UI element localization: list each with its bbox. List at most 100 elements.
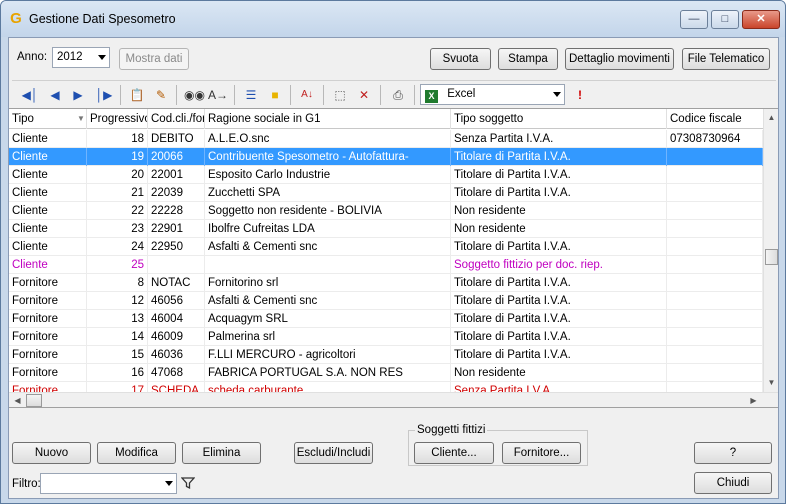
next-record-icon[interactable]: ▶ — [68, 86, 88, 104]
file-telematico-button[interactable]: File Telematico — [682, 48, 770, 70]
cell-progressivo: 15 — [87, 346, 148, 364]
cell-tipo: Fornitore — [9, 346, 87, 364]
cell-progressivo: 8 — [87, 274, 148, 292]
edit-document-icon[interactable]: ✎ — [151, 86, 171, 104]
list-view-icon[interactable]: ☰ — [241, 86, 261, 104]
horizontal-scrollbar[interactable]: ◀ ▶ — [9, 392, 778, 407]
cell-progressivo: 19 — [87, 148, 148, 166]
table-row[interactable]: Cliente 22 22228 Soggetto non residente - B… — [9, 202, 763, 220]
scroll-right-icon[interactable]: ▶ — [746, 393, 761, 407]
vertical-scrollbar[interactable]: ▲ ▼ — [763, 109, 778, 392]
chiudi-button[interactable]: Chiudi — [694, 472, 772, 494]
table-row[interactable]: Cliente 20 22001 Esposito Carlo Industrie Ti… — [9, 166, 763, 184]
title-bar: G Gestione Dati Spesometro — □ ✕ — [1, 1, 785, 37]
anno-select[interactable]: 2012 — [52, 47, 110, 68]
funnel-icon[interactable] — [181, 476, 195, 490]
clear-selection-icon[interactable]: ✕ — [354, 86, 374, 104]
cell-tipo: Fornitore — [9, 328, 87, 346]
cell-cod-cli-for: 22228 — [148, 202, 205, 220]
find-icon[interactable]: ◉◉ — [184, 86, 205, 104]
filtro-select[interactable] — [40, 473, 177, 494]
elimina-button[interactable]: Elimina — [182, 442, 261, 464]
cliente-fittizio-button[interactable]: Cliente... — [414, 442, 494, 464]
cell-cod-cli-for: 22039 — [148, 184, 205, 202]
cell-codice-fiscale — [667, 274, 763, 292]
column-header-cod-cli-for[interactable]: Cod.cli./for. — [148, 109, 205, 129]
cell-tipo: Cliente — [9, 256, 87, 274]
cell-tipo: Cliente — [9, 130, 87, 148]
table-row[interactable]: Fornitore 15 46036 F.LLI MERCURO - agricolt… — [9, 346, 763, 364]
note-icon[interactable]: ■ — [265, 86, 285, 104]
soggetti-fittizi-title: Soggetti fittizi — [415, 424, 488, 436]
table-row[interactable]: Cliente 18 DEBITO A.L.E.O.snc Senza Partita … — [9, 130, 763, 148]
cell-ragione-sociale: Asfalti & Cementi snc — [205, 238, 451, 256]
cell-tipo-soggetto: Titolare di Partita I.V.A. — [451, 328, 667, 346]
svuota-button[interactable]: Svuota — [430, 48, 491, 70]
sort-az-icon[interactable]: A↓ — [297, 86, 317, 104]
scroll-up-icon[interactable]: ▲ — [764, 110, 778, 125]
modifica-button[interactable]: Modifica — [97, 442, 176, 464]
cell-cod-cli-for: 22901 — [148, 220, 205, 238]
table-row[interactable]: Fornitore 12 46056 Asfalti & Cementi snc Tit… — [9, 292, 763, 310]
export-format-select[interactable]: X Excel — [420, 84, 565, 105]
cell-ragione-sociale: FABRICA PORTUGAL S.A. NON RES — [205, 364, 451, 382]
anno-value: 2012 — [57, 51, 83, 63]
previous-record-icon[interactable]: ◀ — [45, 86, 65, 104]
column-header-tipo-soggetto[interactable]: Tipo soggetto — [451, 109, 667, 129]
printer-icon[interactable]: ⎙ — [388, 86, 408, 104]
table-row[interactable]: Cliente 21 22039 Zucchetti SPA Titolare di P… — [9, 184, 763, 202]
stampa-button[interactable]: Stampa — [498, 48, 558, 70]
help-button[interactable]: ? — [694, 442, 772, 464]
cell-codice-fiscale — [667, 364, 763, 382]
vertical-scroll-thumb[interactable] — [765, 249, 778, 265]
minimize-button[interactable]: — — [680, 10, 708, 29]
close-window-button[interactable]: ✕ — [742, 10, 780, 29]
cell-ragione-sociale: Contribuente Spesometro - Autofattura- — [205, 148, 451, 166]
table-row[interactable]: Fornitore 16 47068 FABRICA PORTUGAL S.A. NO… — [9, 364, 763, 382]
fornitore-fittizio-button[interactable]: Fornitore... — [502, 442, 581, 464]
scroll-down-icon[interactable]: ▼ — [764, 375, 778, 390]
toolbar-separator — [414, 85, 415, 105]
cell-codice-fiscale — [667, 148, 763, 166]
column-header-tipo[interactable]: Tipo ▼ — [9, 109, 87, 129]
column-header-progressivo[interactable]: Progressivo — [87, 109, 148, 129]
escludi-includi-button[interactable]: Escludi/Includi — [294, 442, 373, 464]
cell-progressivo: 18 — [87, 130, 148, 148]
cell-ragione-sociale: A.L.E.O.snc — [205, 130, 451, 148]
last-record-icon[interactable]: │▶ — [94, 86, 114, 104]
nuovo-button[interactable]: Nuovo — [12, 442, 91, 464]
table-row[interactable]: Fornitore 14 46009 Palmerina srl Titolare di… — [9, 328, 763, 346]
first-record-icon[interactable]: ◀│ — [20, 86, 40, 104]
maximize-button[interactable]: □ — [711, 10, 739, 29]
cell-cod-cli-for: 20066 — [148, 148, 205, 166]
cell-codice-fiscale — [667, 292, 763, 310]
cell-tipo: Cliente — [9, 148, 87, 166]
cell-cod-cli-for: 46056 — [148, 292, 205, 310]
table-row[interactable]: Cliente 24 22950 Asfalti & Cementi snc Titol… — [9, 238, 763, 256]
cell-ragione-sociale: Soggetto non residente - BOLIVIA — [205, 202, 451, 220]
cell-codice-fiscale — [667, 256, 763, 274]
export-alert-icon[interactable]: ! — [570, 86, 590, 104]
cell-cod-cli-for: 46036 — [148, 346, 205, 364]
table-row[interactable]: Cliente 19 20066 Contribuente Spesometro - … — [9, 148, 763, 166]
cell-ragione-sociale — [205, 256, 451, 274]
grid-header: Tipo ▼ Progressivo Cod.cli./for. Ragione… — [9, 109, 763, 129]
cell-ragione-sociale: Asfalti & Cementi snc — [205, 292, 451, 310]
table-row[interactable]: Cliente 25 Soggetto fittizio per doc. riep… — [9, 256, 763, 274]
toolbar-separator — [290, 85, 291, 105]
clipboard-icon[interactable]: 📋 — [127, 86, 147, 104]
find-next-icon[interactable]: A→ — [208, 86, 228, 104]
column-header-ragione-sociale[interactable]: Ragione sociale in G1 — [205, 109, 451, 129]
cell-tipo-soggetto: Senza Partita I.V.A. — [451, 130, 667, 148]
table-row[interactable]: Fornitore 13 46004 Acquagym SRL Titolare di … — [9, 310, 763, 328]
cell-tipo: Cliente — [9, 238, 87, 256]
cell-codice-fiscale — [667, 346, 763, 364]
mostra-dati-button[interactable]: Mostra dati — [119, 48, 189, 70]
table-row[interactable]: Fornitore 8 NOTAC Fornitorino srl Titolare d… — [9, 274, 763, 292]
dettaglio-movimenti-button[interactable]: Dettaglio movimenti — [565, 48, 674, 70]
table-row[interactable]: Cliente 23 22901 Ibolfre Cufreitas LDA Non r… — [9, 220, 763, 238]
select-area-icon[interactable]: ⬚ — [330, 86, 350, 104]
column-header-codice-fiscale[interactable]: Codice fiscale — [667, 109, 763, 129]
horizontal-scroll-thumb[interactable] — [26, 394, 42, 407]
scroll-left-icon[interactable]: ◀ — [10, 393, 25, 407]
